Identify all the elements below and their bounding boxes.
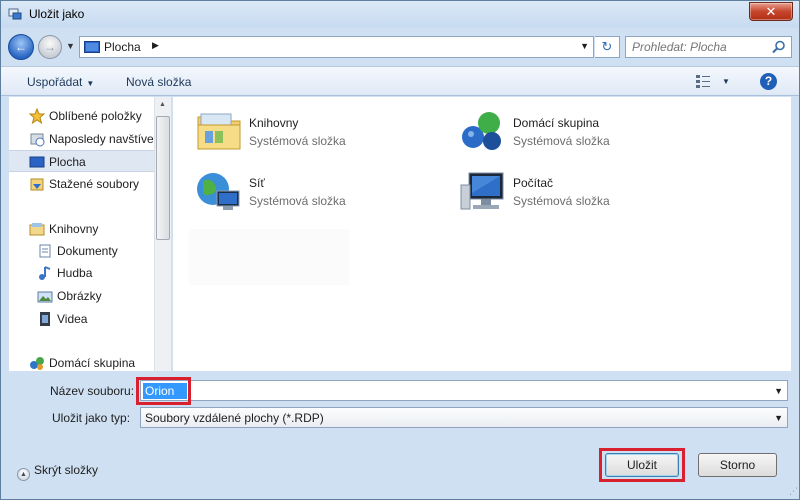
- nav-item-videos[interactable]: Videa: [9, 308, 154, 330]
- nav-scrollbar-thumb[interactable]: [156, 116, 170, 240]
- scroll-up-icon[interactable]: ▲: [159, 101, 166, 108]
- nav-item-label: Knihovny: [49, 222, 99, 236]
- tile-libraries[interactable]: Knihovny Systémová složka: [195, 109, 445, 159]
- dialog-icon: [8, 8, 22, 20]
- libraries-folder-icon: [197, 113, 241, 150]
- homegroup-icon: [462, 112, 501, 150]
- tile-description: Systémová složka: [513, 194, 610, 208]
- title-bar: Uložit jako ✕: [1, 1, 799, 28]
- save-as-dialog: Uložit jako ✕ ← → ▼ Plocha ▶ ▼ ↻ Uspořád: [0, 0, 800, 500]
- filetype-dropdown-icon[interactable]: ▼: [774, 413, 783, 423]
- tile-name: Síť: [249, 176, 265, 190]
- collapse-icon: ▲: [17, 468, 30, 481]
- view-options-icon[interactable]: [695, 74, 711, 90]
- hide-folders-toggle[interactable]: ▲ Skrýt složky: [17, 463, 98, 481]
- star-icon: [29, 108, 45, 124]
- cancel-button[interactable]: Storno: [698, 453, 777, 477]
- desktop-icon: [84, 41, 100, 53]
- nav-item-label: Domácí skupina: [49, 356, 136, 370]
- nav-item-label: Stažené soubory: [49, 177, 140, 191]
- nav-item-recent[interactable]: Naposledy navštíveno: [9, 128, 154, 150]
- tile-name: Počítač: [513, 176, 554, 190]
- nav-item-desktop[interactable]: Plocha: [9, 150, 154, 172]
- nav-item-documents[interactable]: Dokumenty: [9, 240, 154, 262]
- organize-menu[interactable]: Uspořádat ▼: [27, 75, 94, 89]
- nav-item-favorites[interactable]: Oblíbené položky: [9, 105, 154, 127]
- documents-icon: [39, 244, 51, 258]
- recent-locations-dropdown[interactable]: ▼: [66, 41, 75, 51]
- nav-item-label: Hudba: [57, 266, 93, 280]
- libraries-icon: [29, 223, 45, 236]
- new-folder-button[interactable]: Nová složka: [126, 75, 191, 89]
- nav-item-music[interactable]: Hudba: [9, 262, 154, 284]
- nav-item-libraries[interactable]: Knihovny: [9, 218, 154, 240]
- address-row: ← → ▼ Plocha ▶ ▼ ↻: [1, 28, 799, 62]
- highlight-box-filename: [136, 377, 191, 405]
- tile-computer[interactable]: Počítač Systémová složka: [459, 169, 709, 219]
- address-path[interactable]: Plocha: [104, 40, 141, 54]
- nav-item-label: Oblíbené položky: [49, 109, 142, 123]
- command-bar: Uspořádat ▼ Nová složka ▼ ?: [1, 66, 799, 96]
- search-icon[interactable]: [772, 40, 786, 54]
- filetype-select[interactable]: Soubory vzdálené plochy (*.RDP) ▼: [140, 407, 788, 428]
- tile-description: Systémová složka: [513, 134, 610, 148]
- resize-grip-icon[interactable]: ⋰: [789, 486, 798, 497]
- nav-item-pictures[interactable]: Obrázky: [9, 285, 154, 307]
- recent-places-icon: [30, 133, 45, 147]
- music-icon: [39, 266, 51, 280]
- address-dropdown-icon[interactable]: ▼: [580, 41, 589, 51]
- search-box: [625, 36, 792, 58]
- refresh-button[interactable]: ↻: [595, 36, 620, 58]
- tile-name: Knihovny: [249, 116, 299, 130]
- tile-description: Systémová složka: [249, 194, 346, 208]
- filetype-label: Uložit jako typ:: [52, 411, 131, 425]
- back-button[interactable]: ←: [8, 34, 34, 60]
- nav-item-label: Obrázky: [57, 289, 102, 303]
- chevron-down-icon: ▼: [86, 79, 95, 88]
- nav-item-label: Naposledy navštíveno: [49, 132, 154, 146]
- nav-item-downloads[interactable]: Stažené soubory: [9, 173, 154, 195]
- help-button[interactable]: ?: [760, 73, 777, 90]
- homegroup-icon: [30, 357, 44, 370]
- nav-scrollbar[interactable]: ▲: [154, 97, 171, 371]
- highlight-box-save: [599, 448, 685, 482]
- dialog-title: Uložit jako: [29, 7, 85, 21]
- nav-item-label: Videa: [57, 312, 88, 326]
- pictures-icon: [37, 291, 53, 303]
- tile-name: Domácí skupina: [513, 116, 600, 130]
- filename-label: Název souboru:: [50, 384, 135, 398]
- dialog-footer: ▲ Skrýt složky Uložit Storno ⋰: [1, 441, 799, 499]
- tile-description: Systémová složka: [249, 134, 346, 148]
- filename-combobox[interactable]: ▼: [140, 380, 788, 401]
- empty-area: [189, 229, 349, 285]
- organize-label: Uspořádat: [27, 75, 83, 89]
- file-list: Knihovny Systémová složka Domácí skupina…: [173, 97, 791, 371]
- search-input[interactable]: [626, 37, 766, 57]
- nav-item-label: Dokumenty: [57, 244, 118, 258]
- address-bar[interactable]: Plocha ▶ ▼: [79, 36, 594, 58]
- close-button[interactable]: ✕: [749, 2, 793, 21]
- nav-item-homegroup[interactable]: Domácí skupina: [9, 352, 154, 371]
- view-dropdown-icon[interactable]: ▼: [722, 77, 730, 86]
- tile-network[interactable]: Síť Systémová složka: [195, 169, 445, 219]
- network-icon: [197, 173, 240, 210]
- downloads-icon: [30, 178, 44, 191]
- hide-folders-label: Skrýt složky: [34, 463, 99, 477]
- save-form: Název souboru: ▼ Uložit jako typ: Soubor…: [1, 372, 799, 432]
- videos-icon: [40, 312, 50, 326]
- filetype-value: Soubory vzdálené plochy (*.RDP): [145, 411, 324, 425]
- tile-homegroup[interactable]: Domácí skupina Systémová složka: [459, 109, 709, 159]
- filename-dropdown-icon[interactable]: ▼: [774, 386, 783, 396]
- navigation-pane: Oblíbené položky Naposledy navštíveno Pl…: [9, 97, 171, 371]
- desktop-icon: [29, 156, 45, 168]
- forward-button[interactable]: →: [38, 35, 62, 59]
- breadcrumb-chevron-icon[interactable]: ▶: [152, 40, 159, 51]
- nav-item-label: Plocha: [49, 155, 86, 169]
- computer-icon: [460, 172, 504, 210]
